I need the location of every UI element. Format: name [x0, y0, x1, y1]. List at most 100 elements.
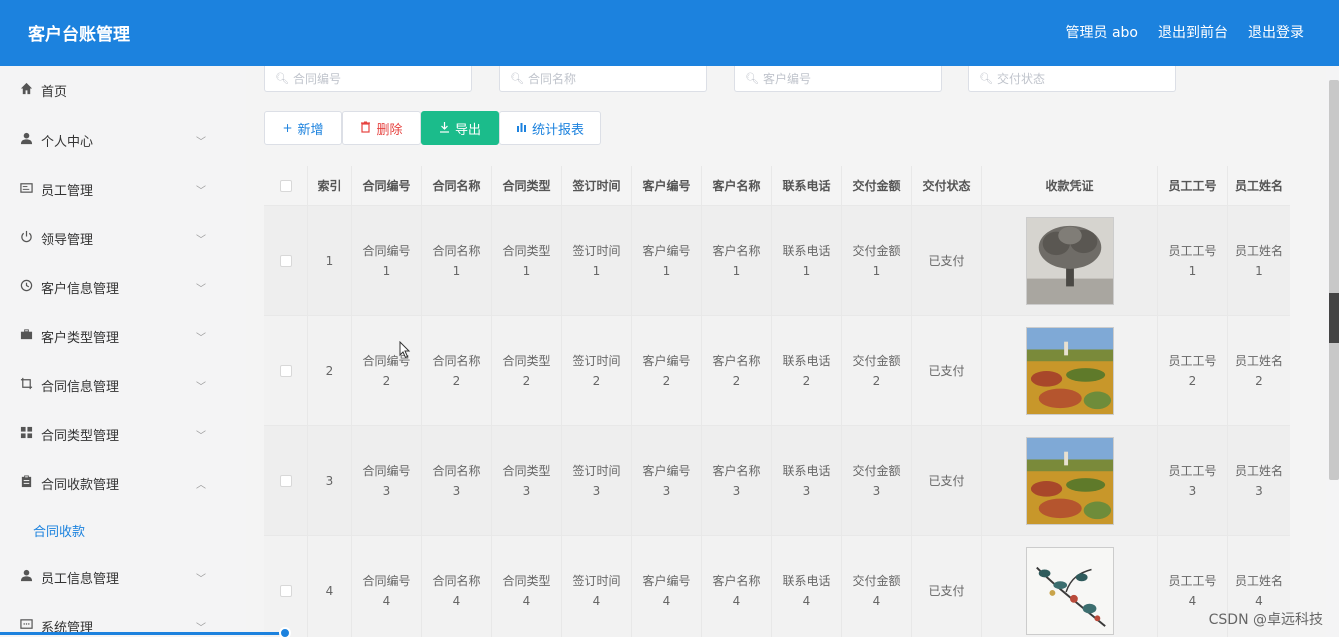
- sidebar-item-employee-info[interactable]: 员工信息管理 ﹀: [0, 562, 228, 592]
- search-icon: 🔍︎: [275, 72, 289, 85]
- voucher-image-landscape-painting[interactable]: [1025, 437, 1114, 525]
- status-cell: 已支付: [912, 206, 982, 316]
- search-delivery-status-input[interactable]: 🔍︎ 交付状态: [968, 66, 1176, 92]
- column-header[interactable]: 收款凭证: [982, 166, 1158, 206]
- column-header[interactable]: 交付金额: [842, 166, 912, 206]
- sidebar-item-label: 客户信息管理: [41, 281, 120, 297]
- customer-no-cell: 客户编号 3: [632, 426, 702, 536]
- column-header[interactable]: 签订时间: [562, 166, 632, 206]
- table-row[interactable]: 3 合同编号 3 合同名称 3 合同类型 3 签订时间 3 客户编号 3 客户名…: [264, 426, 1290, 536]
- voucher-image-landscape-painting[interactable]: [1025, 327, 1114, 415]
- voucher-image-tree-sketch[interactable]: [1025, 217, 1114, 305]
- table-row[interactable]: 2 合同编号 2 合同名称 2 合同类型 2 签订时间 2 客户编号 2 客户名…: [264, 316, 1290, 426]
- loading-progress-indicator: [279, 627, 291, 637]
- delete-button[interactable]: 删除: [342, 111, 421, 145]
- export-button[interactable]: 导出: [421, 111, 499, 145]
- search-contract-name-input[interactable]: 🔍︎ 合同名称: [499, 66, 707, 92]
- voucher-image-ink-flower[interactable]: [1025, 547, 1114, 635]
- column-header[interactable]: 客户编号: [632, 166, 702, 206]
- column-header[interactable]: 员工工号: [1158, 166, 1228, 206]
- column-header[interactable]: 合同编号: [352, 166, 422, 206]
- search-contract-no-input[interactable]: 🔍︎ 合同编号: [264, 66, 472, 92]
- select-all-cell: [264, 166, 308, 206]
- mouse-cursor-icon: [399, 341, 411, 359]
- search-placeholder: 合同名称: [527, 72, 576, 86]
- clipboard-icon: [19, 474, 33, 492]
- column-header[interactable]: 合同名称: [422, 166, 492, 206]
- bar-chart-icon: [516, 121, 527, 135]
- phone-cell: 联系电话 3: [772, 426, 842, 536]
- sidebar-item-contract-info[interactable]: 合同信息管理 ﹀: [0, 370, 228, 400]
- admin-user-link[interactable]: 管理员 abo: [1066, 22, 1138, 42]
- trash-icon: [360, 121, 371, 136]
- customer-no-cell: 客户编号 2: [632, 316, 702, 426]
- chevron-down-icon: ﹀: [196, 333, 206, 344]
- phone-cell: 联系电话 1: [772, 206, 842, 316]
- grid-icon: [19, 426, 33, 443]
- sidebar-item-label: 合同类型管理: [41, 428, 120, 444]
- index-cell: 3: [308, 426, 352, 536]
- status-cell: 已支付: [912, 536, 982, 637]
- row-checkbox[interactable]: [279, 365, 292, 377]
- sidebar-item-contract-payment[interactable]: 合同收款管理 ︿: [0, 468, 228, 498]
- phone-cell: 联系电话 4: [772, 536, 842, 637]
- column-header[interactable]: 合同类型: [492, 166, 562, 206]
- voucher-cell: [982, 426, 1158, 536]
- submenu-item-contract-payment[interactable]: 合同收款: [33, 521, 85, 540]
- sidebar-item-customer-type[interactable]: 客户类型管理 ﹀: [0, 321, 228, 351]
- plus-icon: +: [282, 121, 293, 135]
- logout-link[interactable]: 退出登录: [1248, 22, 1304, 42]
- search-customer-no-input[interactable]: 🔍︎ 客户编号: [734, 66, 942, 92]
- sidebar-item-contract-type[interactable]: 合同类型管理 ﹀: [0, 419, 228, 449]
- select-all-checkbox[interactable]: [279, 180, 292, 192]
- column-header[interactable]: 索引: [308, 166, 352, 206]
- search-placeholder: 交付状态: [996, 72, 1045, 86]
- column-header[interactable]: 交付状态: [912, 166, 982, 206]
- exit-to-frontend-link[interactable]: 退出到前台: [1158, 22, 1228, 42]
- page-scrollbar[interactable]: [1329, 80, 1339, 480]
- amount-cell: 交付金额 3: [842, 426, 912, 536]
- side-drawer-handle[interactable]: [1329, 293, 1339, 343]
- sidebar-item-personal-center[interactable]: 个人中心 ﹀: [0, 125, 228, 155]
- user-icon: [19, 569, 33, 586]
- search-placeholder: 合同编号: [292, 72, 341, 86]
- sidebar-item-customer-info[interactable]: 客户信息管理 ﹀: [0, 272, 228, 302]
- amount-cell: 交付金额 2: [842, 316, 912, 426]
- contract-type-cell: 合同类型 2: [492, 316, 562, 426]
- voucher-cell: [982, 206, 1158, 316]
- contract-type-cell: 合同类型 4: [492, 536, 562, 637]
- statistics-report-button[interactable]: 统计报表: [499, 111, 601, 145]
- sidebar-item-leader-manage[interactable]: 领导管理 ﹀: [0, 223, 228, 253]
- contract-no-cell: 合同编号 4: [352, 536, 422, 637]
- contract-no-cell: 合同编号 2: [352, 316, 422, 426]
- sidebar-item-home[interactable]: 首页: [0, 75, 228, 105]
- customer-name-cell: 客户名称 1: [702, 206, 772, 316]
- column-header[interactable]: 客户名称: [702, 166, 772, 206]
- sidebar-menu: 首页 个人中心 ﹀ 员工管理 ﹀ 领导管理 ﹀ 客户信息管理 ﹀ 客户类型管理 …: [0, 66, 228, 637]
- search-icon: 🔍︎: [510, 72, 524, 85]
- row-checkbox[interactable]: [279, 255, 292, 267]
- chevron-down-icon: ﹀: [196, 137, 206, 148]
- table-row[interactable]: 4 合同编号 4 合同名称 4 合同类型 4 签订时间 4 客户编号 4 客户名…: [264, 536, 1290, 637]
- user-icon: [19, 132, 33, 149]
- app-title: 客户台账管理: [28, 25, 130, 45]
- customer-no-cell: 客户编号 1: [632, 206, 702, 316]
- sidebar-item-employee-manage[interactable]: 员工管理 ﹀: [0, 174, 228, 204]
- column-header[interactable]: 联系电话: [772, 166, 842, 206]
- row-checkbox[interactable]: [279, 475, 292, 487]
- chevron-up-icon: ︿: [196, 480, 206, 491]
- amount-cell: 交付金额 1: [842, 206, 912, 316]
- table-row[interactable]: 1 合同编号 1 合同名称 1 合同类型 1 签订时间 1 客户编号 1 客户名…: [264, 206, 1290, 316]
- chevron-down-icon: ﹀: [196, 235, 206, 246]
- sign-time-cell: 签订时间 3: [562, 426, 632, 536]
- employee-name-cell: 员工姓名 1: [1234, 244, 1283, 278]
- row-checkbox[interactable]: [279, 585, 292, 597]
- add-button[interactable]: + 新增: [264, 111, 342, 145]
- column-header[interactable]: 员工姓名: [1228, 166, 1290, 206]
- search-icon: 🔍︎: [979, 72, 993, 85]
- row-select-cell: [264, 316, 308, 426]
- watermark-text: CSDN @卓远科技: [1208, 612, 1323, 628]
- contract-no-cell: 合同编号 3: [352, 426, 422, 536]
- crop-icon: [19, 377, 33, 394]
- customer-name-cell: 客户名称 3: [702, 426, 772, 536]
